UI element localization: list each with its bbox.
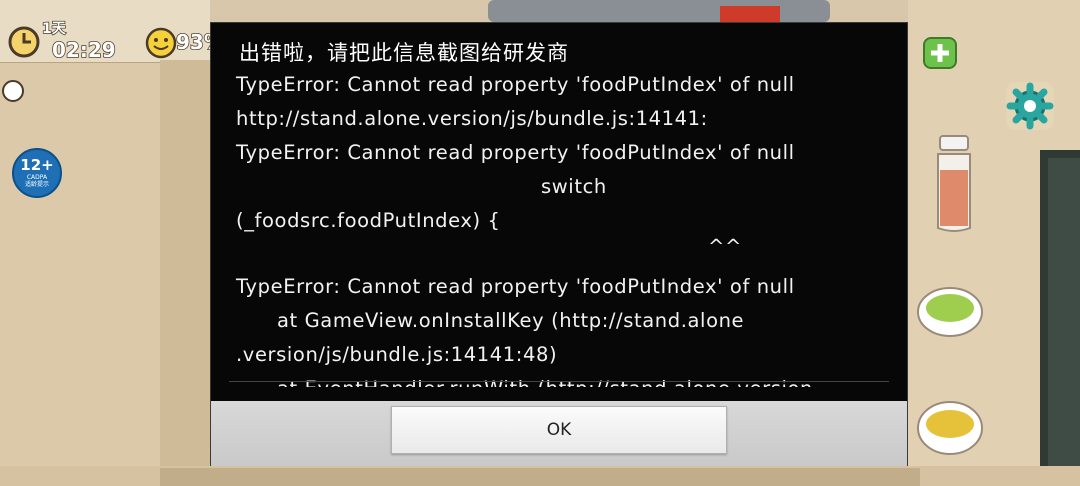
age-rating-org: CADPA <box>26 174 48 181</box>
jar-icon[interactable] <box>928 132 980 236</box>
add-icon[interactable] <box>922 36 958 70</box>
age-rating-badge: 12+ CADPA 适龄提示 <box>12 148 62 198</box>
day-label: 1天 <box>41 20 66 38</box>
age-rating-sub: 适龄提示 <box>24 181 49 188</box>
dialog-title: 出错啦，请把此信息截图给研发商 <box>239 41 569 65</box>
error-line: TypeError: Cannot read property 'foodPut… <box>236 141 795 164</box>
error-dialog: 出错啦，请把此信息截图给研发商 TypeError: Cannot read p… <box>210 22 908 466</box>
egg-bowl-icon[interactable] <box>914 398 986 458</box>
error-line: .version/js/bundle.js:14141:48) <box>236 343 558 366</box>
error-line: TypeError: Cannot read property 'foodPut… <box>236 73 795 96</box>
error-line: at GameView.onInstallKey (http://stand.a… <box>277 309 745 332</box>
ok-button[interactable]: OK <box>391 406 727 454</box>
face-icon <box>2 80 24 102</box>
error-line: (_foodsrc.foodPutIndex) { <box>236 209 501 232</box>
error-line: ^^ <box>708 235 742 258</box>
message-divider <box>229 381 889 382</box>
gear-icon[interactable] <box>1004 80 1056 132</box>
error-line: at EventHandler.runWith (http://stand.al… <box>277 377 813 387</box>
clock-icon <box>8 26 40 58</box>
error-message-area[interactable]: TypeError: Cannot read property 'foodPut… <box>211 69 909 387</box>
smiley-icon <box>145 27 177 59</box>
age-rating-label: 12+ <box>20 156 54 174</box>
error-line: switch <box>541 175 607 198</box>
error-line: http://stand.alone.version/js/bundle.js:… <box>236 107 708 130</box>
error-line: TypeError: Cannot read property 'foodPut… <box>236 275 795 298</box>
time-display: 02:29 <box>51 37 116 63</box>
guacamole-bowl-icon[interactable] <box>914 284 986 340</box>
dialog-footer: OK <box>211 401 907 466</box>
